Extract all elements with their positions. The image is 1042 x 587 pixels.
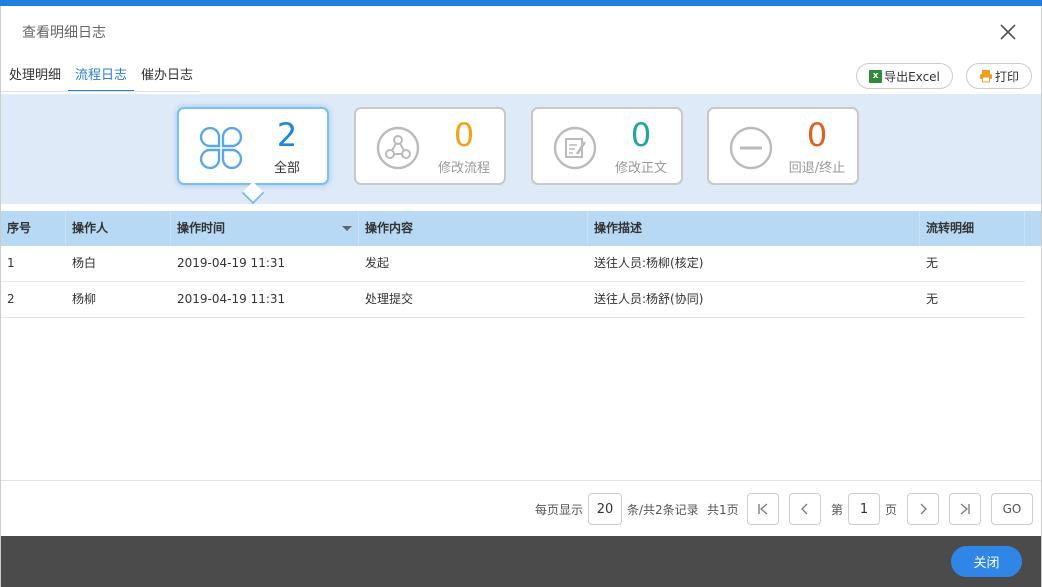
prev-page-button[interactable] [789,493,821,525]
sort-desc-icon[interactable] [342,226,352,231]
per-page-input[interactable]: 20 [588,493,622,525]
edit-document-icon [553,126,597,170]
cell-time: 2019-04-19 11:31 [177,292,286,306]
stat-count-return-terminate: 0 [806,116,828,154]
first-page-button[interactable] [747,493,779,525]
cell-time: 2019-04-19 11:31 [177,256,286,270]
next-page-button[interactable] [907,493,939,525]
chevron-right-icon [920,503,927,515]
stat-card-all[interactable]: 2 全部 [177,107,329,205]
clover-icon [199,126,243,170]
workflow-icon [376,126,420,170]
tab-processing-detail[interactable]: 处理明细 [3,62,67,92]
per-page-label: 每页显示 [535,503,584,517]
stats-panel: 2 全部 0 修改流程 0 修改正文 0 回退/终止 [1,94,1041,205]
records-count-label: 条/共2条记录 [627,503,699,517]
column-header-time[interactable]: 操作时间 [171,211,359,246]
export-excel-button[interactable]: x 导出Excel [856,63,953,89]
stat-label-modify-flow: 修改流程 [437,161,490,176]
dialog-footer [1,536,1041,587]
dialog-header: 查看明细日志 [1,6,1041,58]
column-header-time-label: 操作时间 [177,221,226,235]
stat-label-modify-text: 修改正文 [614,161,667,176]
tab-underline [1,91,200,92]
table-row[interactable]: 2 杨柳 2019-04-19 11:31 处理提交 送往人员:杨舒(协同) 无 [1,282,1025,318]
log-table: 序号 操作人 操作时间 操作内容 操作描述 流转明细 1 杨白 2019-04-… [1,211,1041,318]
printer-icon [979,70,992,83]
page-suffix-label: 页 [885,503,898,517]
dialog-title: 查看明细日志 [22,25,106,41]
cell-description: 送往人员:杨柳(核定) [594,256,704,270]
print-button[interactable]: 打印 [966,63,1032,89]
cell-transfer: 无 [926,292,939,306]
stat-label-all: 全部 [273,161,300,176]
stat-count-all: 2 [276,116,298,154]
tab-reminder-log[interactable]: 催办日志 [135,62,199,92]
column-header-operator[interactable]: 操作人 [66,211,171,246]
cell-index: 1 [7,256,15,270]
cell-content: 发起 [365,256,390,270]
last-page-icon [960,503,970,515]
table-header-row: 序号 操作人 操作时间 操作内容 操作描述 流转明细 [1,211,1041,246]
tab-flow-log[interactable]: 流程日志 [68,62,134,92]
pages-count-label: 共1页 [707,503,739,517]
close-icon[interactable] [999,23,1017,41]
column-header-content[interactable]: 操作内容 [359,211,588,246]
cell-operator: 杨柳 [72,292,97,306]
print-label: 打印 [994,69,1019,84]
cell-description: 送往人员:杨舒(协同) [594,292,704,306]
stat-card-modify-text[interactable]: 0 修改正文 [531,107,683,185]
close-button[interactable]: 关闭 [951,546,1022,577]
column-header-transfer[interactable]: 流转明细 [920,211,1025,246]
go-button[interactable]: GO [991,493,1033,525]
page-number-input[interactable]: 1 [848,493,880,525]
last-page-button[interactable] [949,493,981,525]
column-header-index[interactable]: 序号 [1,211,66,246]
export-excel-label: 导出Excel [884,69,940,84]
cell-operator: 杨白 [72,256,97,270]
first-page-icon [758,503,768,515]
cell-content: 处理提交 [365,292,414,306]
cell-transfer: 无 [926,256,939,270]
table-row[interactable]: 1 杨白 2019-04-19 11:31 发起 送往人员:杨柳(核定) 无 [1,246,1025,282]
stat-card-return-terminate[interactable]: 0 回退/终止 [707,107,859,185]
excel-icon: x [869,69,883,83]
stat-count-modify-flow: 0 [453,116,475,154]
active-card-pointer [241,181,265,205]
stat-label-return-terminate: 回退/终止 [788,161,846,176]
minus-circle-icon [729,126,773,170]
stat-count-modify-text: 0 [630,116,652,154]
column-header-description[interactable]: 操作描述 [588,211,920,246]
detail-log-dialog: 查看明细日志 处理明细 流程日志 催办日志 x 导出Excel 打印 2 全部 … [0,6,1042,587]
pagination-bar: 每页显示 20 条/共2条记录 共1页 第 1 页 GO [1,480,1041,535]
stat-card-modify-flow[interactable]: 0 修改流程 [354,107,506,185]
chevron-left-icon [801,503,808,515]
cell-index: 2 [7,292,15,306]
page-prefix-label: 第 [831,503,844,517]
